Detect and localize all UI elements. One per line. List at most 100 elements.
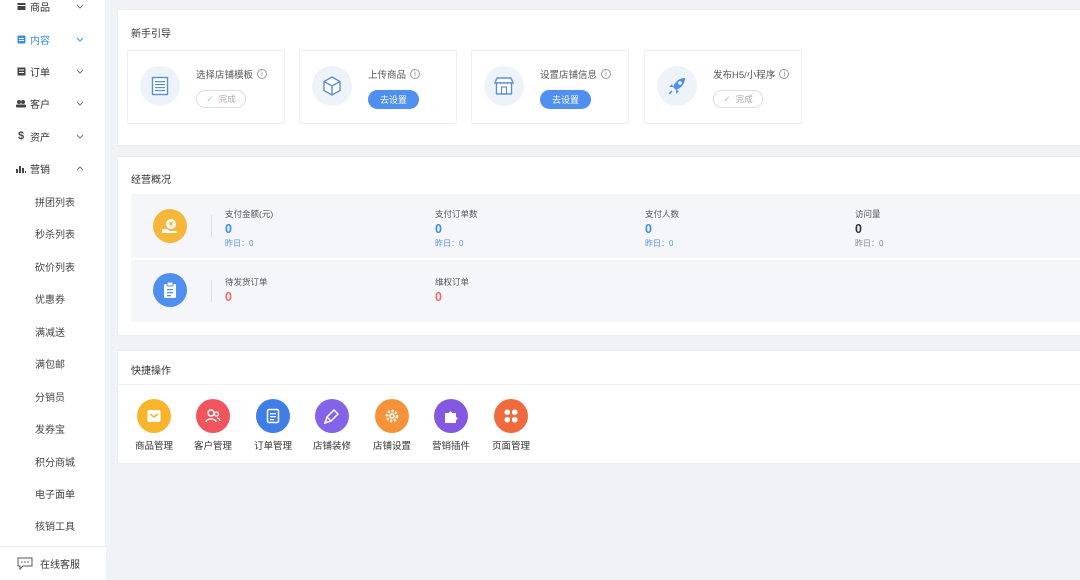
info-icon[interactable]: i (410, 69, 421, 79)
quick-goods-management[interactable]: 商品管理 (130, 399, 178, 459)
guide-item-template: 选择店铺模板 i ✓ 完成 (127, 50, 285, 124)
sidebar-subitem-label: 拼团列表 (35, 197, 75, 209)
sidebar-subitem-bargain[interactable]: 砍价列表 (0, 254, 106, 278)
stat-pay-users: 支付人数 0 昨日：0 (645, 208, 679, 249)
sidebar-subitem-verify-tool[interactable]: 核销工具 (0, 513, 106, 537)
quick-store-settings[interactable]: 店铺设置 (368, 399, 416, 459)
stat-pending-shipment: 待发货订单 0 (225, 276, 268, 304)
chart-icon (16, 163, 26, 173)
stat-value: 0 (435, 222, 442, 236)
sidebar-item-label: 客户 (30, 99, 50, 111)
quick-page-management[interactable]: 页面管理 (487, 399, 535, 459)
chevron-up-icon (76, 164, 84, 172)
sidebar-subitem-label: 满减送 (35, 327, 65, 339)
done-button[interactable]: ✓ 完成 (196, 90, 246, 108)
stat-yesterday: 昨日：0 (435, 239, 464, 248)
stats-row-payments: ¥ 支付金额(元) 0 昨日：0 支付订单数 0 昨日：0 支付人数 0 昨日：… (131, 194, 1080, 258)
done-button[interactable]: ✓ 完成 (713, 90, 763, 108)
dollar-icon: $ (17, 130, 25, 142)
quick-marketing-plugins[interactable]: 营销插件 (427, 399, 475, 459)
sidebar-subitem-e-waybill[interactable]: 电子面单 (0, 481, 106, 505)
sidebar-subitem-label: 优惠券 (35, 294, 65, 306)
puzzle-icon (434, 399, 468, 433)
sidebar-subitem-group-buy[interactable]: 拼团列表 (0, 189, 106, 213)
guide-title: 新手引导 (131, 29, 171, 40)
stat-label: 维权订单 (435, 277, 470, 287)
info-icon[interactable]: i (601, 69, 612, 79)
chevron-down-icon (76, 132, 84, 140)
sidebar-subitem-coupon-treasure[interactable]: 发券宝 (0, 416, 106, 440)
online-support-button[interactable]: 在线客服 (0, 546, 106, 580)
guide-item-text: 上传商品 (368, 70, 407, 81)
stat-pay-orders: 支付订单数 0 昨日：0 (435, 208, 478, 249)
cube-icon (312, 66, 352, 106)
chevron-down-icon (76, 35, 84, 43)
gear-icon (375, 399, 409, 433)
sidebar-item-marketing[interactable]: 营销 (0, 156, 106, 180)
sidebar-subitem-discount[interactable]: 满减送 (0, 319, 106, 343)
chevron-down-icon (76, 67, 84, 75)
chat-icon (17, 557, 33, 571)
guide-card: 新手引导 选择店铺模板 i ✓ 完成 上传商品 i 去设置 设置店铺信息 i 去设置 发… (117, 9, 1080, 146)
quick-label: 商品管理 (134, 441, 173, 452)
go-setup-button[interactable]: 去设置 (540, 90, 591, 109)
customer-icon (196, 399, 230, 433)
stat-separator (211, 215, 212, 237)
done-label: 完成 (218, 94, 236, 104)
sidebar-subitem-label: 核销工具 (35, 521, 75, 533)
quick-label: 营销插件 (431, 441, 470, 452)
guide-item-label: 设置店铺信息 i (540, 67, 612, 81)
guide-item-upload-goods: 上传商品 i 去设置 (299, 50, 457, 124)
info-icon[interactable]: i (779, 69, 790, 79)
wallet-icon: ¥ (153, 209, 187, 243)
sidebar-subitem-label: 电子面单 (35, 489, 75, 501)
sidebar-subitem-flash-sale[interactable]: 秒杀列表 (0, 221, 106, 245)
template-icon (140, 66, 180, 106)
sidebar-item-assets[interactable]: $ 资产 (0, 124, 106, 148)
guide-item-label: 上传商品 i (368, 67, 421, 81)
stat-separator (211, 280, 212, 302)
quick-actions-card: 快捷操作 商品管理 客户管理 订单管理 店铺装修 店铺设置 营销插件 页面管理 (117, 350, 1080, 464)
sidebar-subitem-label: 分销员 (35, 392, 65, 404)
sidebar-subitem-label: 满包邮 (35, 359, 65, 371)
stat-label: 支付订单数 (435, 209, 478, 219)
chevron-down-icon (76, 2, 84, 10)
brush-icon (315, 399, 349, 433)
quick-customer-management[interactable]: 客户管理 (189, 399, 237, 459)
overview-title: 经营概况 (131, 175, 171, 186)
stat-value: 0 (855, 222, 862, 236)
sidebar-item-orders[interactable]: 订单 (0, 59, 106, 83)
stat-pay-amount: 支付金额(元) 0 昨日：0 (225, 208, 273, 249)
guide-item-store-info: 设置店铺信息 i 去设置 (471, 50, 629, 124)
order-icon (16, 66, 26, 76)
stat-label: 支付人数 (645, 209, 680, 219)
sidebar-item-content[interactable]: 内容 (0, 27, 106, 51)
overview-card: 经营概况 ¥ 支付金额(元) 0 昨日：0 支付订单数 0 昨日：0 支付人数 … (117, 156, 1080, 336)
sidebar-subitem-distributor[interactable]: 分销员 (0, 384, 106, 408)
store-icon (484, 66, 524, 106)
clipboard-icon (153, 273, 187, 307)
chevron-down-icon (76, 99, 84, 107)
sidebar-subitem-coupon[interactable]: 优惠券 (0, 286, 106, 310)
sidebar-item-goods[interactable]: 商品 (0, 0, 106, 18)
guide-item-text: 发布H5/小程序 (713, 70, 776, 81)
guide-item-label: 选择店铺模板 i (196, 67, 268, 81)
stat-value: 0 (225, 222, 232, 236)
sidebar-item-customers[interactable]: 客户 (0, 91, 106, 115)
stat-label: 访问量 (855, 209, 881, 219)
stats-row-orders: 待发货订单 0 维权订单 0 (131, 260, 1080, 322)
stat-yesterday: 昨日：0 (225, 239, 254, 248)
sidebar-subitem-points-mall[interactable]: 积分商城 (0, 449, 106, 473)
done-label: 完成 (735, 94, 753, 104)
sidebar-subitem-label: 砍价列表 (35, 262, 75, 274)
sidebar-item-label: 资产 (30, 132, 50, 144)
go-setup-button[interactable]: 去设置 (368, 90, 419, 109)
sidebar-subitem-free-shipping[interactable]: 满包邮 (0, 351, 106, 375)
guide-item-label: 发布H5/小程序 i (713, 67, 790, 81)
quick-order-management[interactable]: 订单管理 (249, 399, 297, 459)
quick-label: 页面管理 (491, 441, 530, 452)
quick-store-decoration[interactable]: 店铺装修 (308, 399, 356, 459)
quick-label: 店铺装修 (312, 441, 351, 452)
info-icon[interactable]: i (257, 69, 268, 79)
content-icon (16, 34, 26, 44)
